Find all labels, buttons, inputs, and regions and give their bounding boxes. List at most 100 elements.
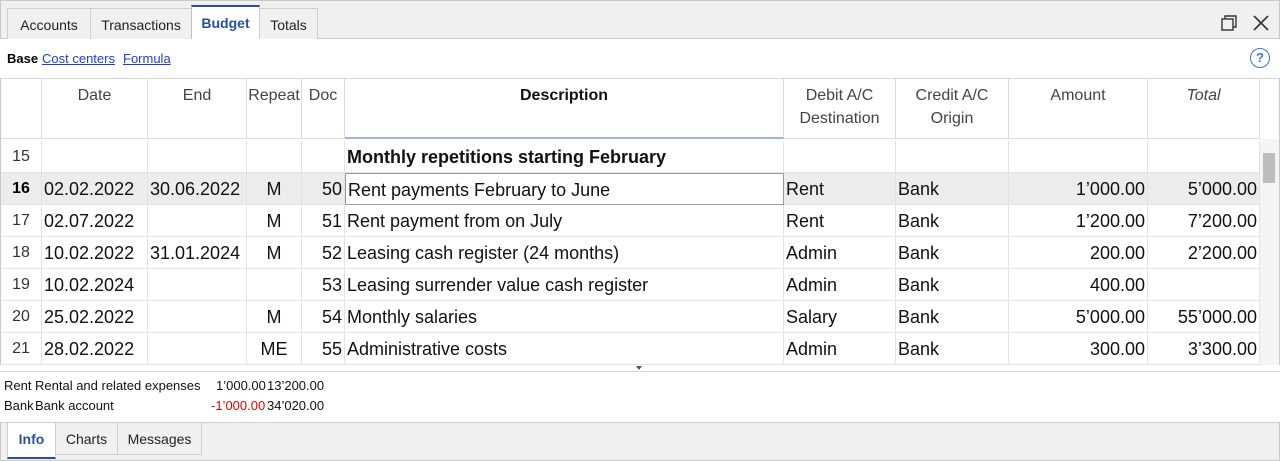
- debit-cell[interactable]: [784, 141, 896, 173]
- header-end[interactable]: End: [148, 79, 247, 139]
- repeat-cell[interactable]: M: [247, 237, 302, 269]
- header-credit[interactable]: Credit A/C Origin: [896, 79, 1009, 139]
- debit-cell[interactable]: Salary: [784, 301, 896, 333]
- end-cell[interactable]: 30.06.2022: [148, 173, 247, 205]
- description-cell[interactable]: Monthly repetitions starting February: [345, 141, 784, 173]
- repeat-cell[interactable]: ME: [247, 333, 302, 365]
- header-total[interactable]: Total: [1148, 79, 1260, 139]
- date-cell[interactable]: 02.07.2022: [42, 205, 148, 237]
- header-description[interactable]: Description: [345, 79, 784, 139]
- credit-cell[interactable]: Bank: [896, 269, 1009, 301]
- description-cell[interactable]: Leasing cash register (24 months): [345, 237, 784, 269]
- description-cell-focused[interactable]: Rent payments February to June: [345, 173, 784, 205]
- row-number: 21: [1, 333, 42, 365]
- table-row[interactable]: 16 02.02.2022 30.06.2022 M 50 Rent payme…: [1, 173, 1260, 205]
- amount-cell[interactable]: 300.00: [1009, 333, 1148, 365]
- end-cell[interactable]: [148, 333, 247, 365]
- header-row-number: [1, 79, 42, 139]
- view-base[interactable]: Base: [7, 51, 38, 66]
- amount-cell[interactable]: 1’000.00: [1009, 173, 1148, 205]
- end-cell[interactable]: [148, 141, 247, 173]
- description-cell[interactable]: Leasing surrender value cash register: [345, 269, 784, 301]
- credit-cell[interactable]: Bank: [896, 301, 1009, 333]
- restore-icon[interactable]: [1219, 13, 1239, 33]
- date-cell[interactable]: 10.02.2022: [42, 237, 148, 269]
- tab-transactions[interactable]: Transactions: [90, 8, 192, 40]
- credit-cell[interactable]: Bank: [896, 205, 1009, 237]
- description-cell[interactable]: Administrative costs: [345, 333, 784, 365]
- vertical-scrollbar[interactable]: [1260, 139, 1279, 365]
- amount-cell[interactable]: 5’000.00: [1009, 301, 1148, 333]
- view-cost-centers-link[interactable]: Cost centers: [42, 51, 115, 66]
- tab-charts[interactable]: Charts: [55, 423, 118, 455]
- total-cell: [1148, 269, 1260, 301]
- doc-cell[interactable]: 50: [302, 173, 345, 205]
- table-row[interactable]: 19 10.02.2024 53 Leasing surrender value…: [1, 269, 1260, 301]
- view-selector: Base Cost centers Formula: [0, 39, 1280, 78]
- view-formula-link[interactable]: Formula: [123, 51, 171, 66]
- header-doc[interactable]: Doc: [302, 79, 345, 139]
- close-icon[interactable]: [1251, 13, 1271, 33]
- description-cell[interactable]: Rent payment from on July: [345, 205, 784, 237]
- date-cell[interactable]: 10.02.2024: [42, 269, 148, 301]
- row-number: 20: [1, 301, 42, 333]
- table-row[interactable]: 15 Monthly repetitions starting February: [1, 141, 1260, 173]
- header-credit-line2: Origin: [930, 110, 974, 127]
- date-cell[interactable]: 02.02.2022: [42, 173, 148, 205]
- header-repeat[interactable]: Repeat: [247, 79, 302, 139]
- doc-cell[interactable]: 53: [302, 269, 345, 301]
- total-cell: [1148, 141, 1260, 173]
- total-cell: 5’000.00: [1148, 173, 1260, 205]
- header-date[interactable]: Date: [42, 79, 148, 139]
- info-account-name: Rental and related expenses: [35, 378, 201, 393]
- debit-cell[interactable]: Rent: [784, 205, 896, 237]
- repeat-cell[interactable]: M: [247, 205, 302, 237]
- table-row[interactable]: 18 10.02.2022 31.01.2024 M 52 Leasing ca…: [1, 237, 1260, 269]
- tab-budget[interactable]: Budget: [191, 5, 260, 40]
- credit-cell[interactable]: Bank: [896, 237, 1009, 269]
- end-cell[interactable]: [148, 205, 247, 237]
- debit-cell[interactable]: Admin: [784, 269, 896, 301]
- repeat-cell[interactable]: [247, 141, 302, 173]
- help-icon[interactable]: ?: [1250, 48, 1270, 68]
- doc-cell[interactable]: [302, 141, 345, 173]
- debit-cell[interactable]: Admin: [784, 333, 896, 365]
- date-cell[interactable]: 25.02.2022: [42, 301, 148, 333]
- tab-messages[interactable]: Messages: [117, 423, 202, 455]
- doc-cell[interactable]: 51: [302, 205, 345, 237]
- table-row[interactable]: 21 28.02.2022 ME 55 Administrative costs…: [1, 333, 1260, 365]
- repeat-cell[interactable]: [247, 269, 302, 301]
- repeat-cell[interactable]: M: [247, 301, 302, 333]
- tab-info[interactable]: Info: [7, 423, 56, 459]
- credit-cell[interactable]: Bank: [896, 333, 1009, 365]
- description-cell[interactable]: Monthly salaries: [345, 301, 784, 333]
- end-cell[interactable]: 31.01.2024: [148, 237, 247, 269]
- doc-cell[interactable]: 55: [302, 333, 345, 365]
- end-cell[interactable]: [148, 269, 247, 301]
- credit-cell[interactable]: Bank: [896, 173, 1009, 205]
- header-debit[interactable]: Debit A/C Destination: [784, 79, 896, 139]
- doc-cell[interactable]: 52: [302, 237, 345, 269]
- debit-cell[interactable]: Admin: [784, 237, 896, 269]
- scrollbar-thumb[interactable]: [1263, 153, 1275, 183]
- info-amount-negative: -1’000.00: [211, 398, 266, 413]
- date-cell[interactable]: 28.02.2022: [42, 333, 148, 365]
- row-number: 17: [1, 205, 42, 237]
- repeat-cell[interactable]: M: [247, 173, 302, 205]
- date-cell[interactable]: [42, 141, 148, 173]
- debit-cell[interactable]: Rent: [784, 173, 896, 205]
- amount-cell[interactable]: 400.00: [1009, 269, 1148, 301]
- tab-totals[interactable]: Totals: [259, 8, 318, 40]
- doc-cell[interactable]: 54: [302, 301, 345, 333]
- tab-accounts[interactable]: Accounts: [7, 8, 91, 40]
- table-row[interactable]: 17 02.07.2022 M 51 Rent payment from on …: [1, 205, 1260, 237]
- info-row-rent: Rent Rental and related expenses 1’000.0…: [4, 376, 404, 396]
- splitter-caret-icon[interactable]: [636, 366, 642, 370]
- table-row[interactable]: 20 25.02.2022 M 54 Monthly salaries Sala…: [1, 301, 1260, 333]
- amount-cell[interactable]: 200.00: [1009, 237, 1148, 269]
- header-amount[interactable]: Amount: [1009, 79, 1148, 139]
- credit-cell[interactable]: [896, 141, 1009, 173]
- amount-cell[interactable]: 1’200.00: [1009, 205, 1148, 237]
- amount-cell[interactable]: [1009, 141, 1148, 173]
- end-cell[interactable]: [148, 301, 247, 333]
